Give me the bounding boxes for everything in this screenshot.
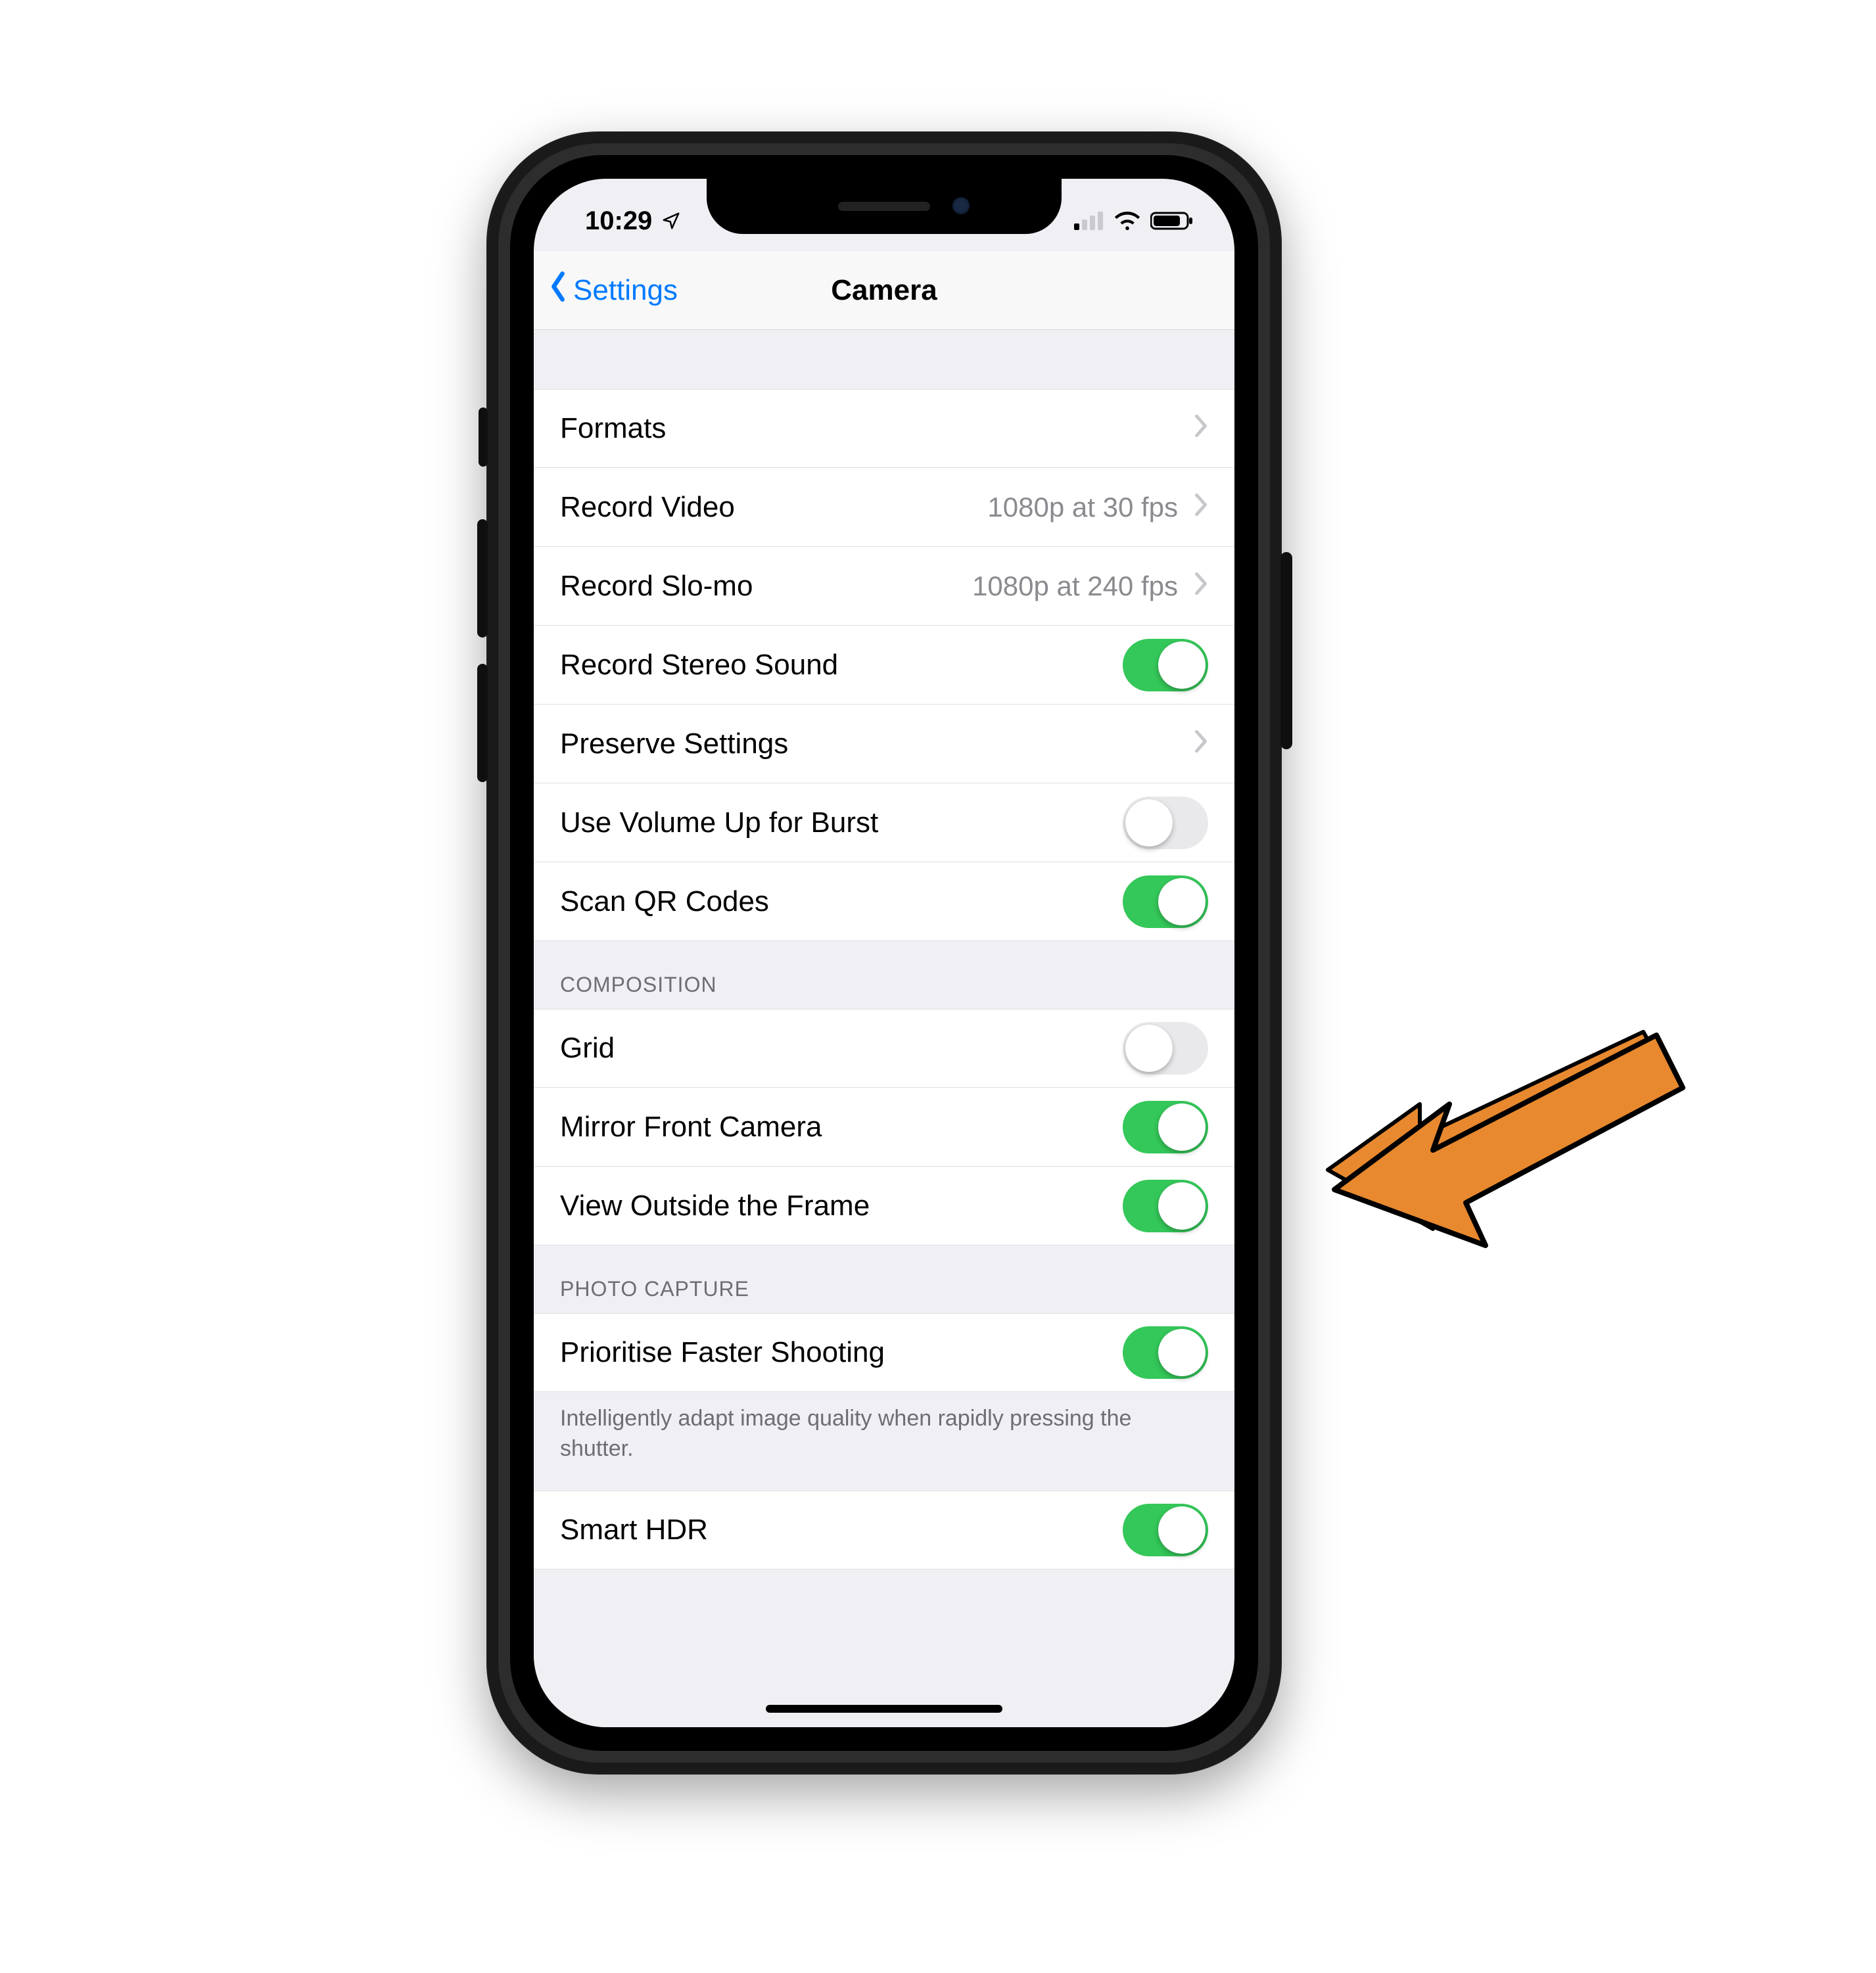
row-prioritise-faster-shooting: Prioritise Faster Shooting [534,1313,1234,1392]
row-preserve-settings[interactable]: Preserve Settings [534,705,1234,783]
notch [707,179,1062,234]
volume-up-button [477,519,488,638]
row-scan-qr-codes: Scan QR Codes [534,862,1234,941]
wifi-icon [1114,211,1141,231]
cellular-signal-icon [1074,212,1104,230]
toggle-smart-hdr[interactable] [1123,1504,1208,1556]
row-mirror-front-camera: Mirror Front Camera [534,1088,1234,1167]
row-label: Use Volume Up for Burst [560,806,1123,839]
section-header-photo-capture: PHOTO CAPTURE [534,1245,1234,1313]
row-label: Smart HDR [560,1514,1123,1546]
iphone-device-frame: 10:29 [486,131,1282,1775]
row-record-video[interactable]: Record Video 1080p at 30 fps [534,468,1234,547]
home-indicator[interactable] [766,1705,1002,1713]
navigation-bar: Settings Camera [534,251,1234,330]
section-smart-hdr: Smart HDR [534,1491,1234,1569]
row-label: Scan QR Codes [560,885,1123,918]
section-general: Formats Record Video 1080p [534,389,1234,941]
row-label: Record Video [560,491,987,524]
row-volume-up-burst: Use Volume Up for Burst [534,783,1234,862]
row-view-outside-frame: View Outside the Frame [534,1167,1234,1245]
row-record-stereo-sound: Record Stereo Sound [534,626,1234,705]
toggle-mirror-front-camera[interactable] [1123,1101,1208,1153]
row-label: View Outside the Frame [560,1190,1123,1222]
section-photo-capture: Prioritise Faster Shooting [534,1313,1234,1392]
chevron-right-icon [1194,728,1208,760]
section-header-composition: COMPOSITION [534,941,1234,1009]
row-label: Mirror Front Camera [560,1111,1123,1144]
toggle-view-outside-frame[interactable] [1123,1180,1208,1232]
row-value: 1080p at 240 fps [972,570,1178,602]
chevron-right-icon [1194,570,1208,602]
row-label: Record Slo-mo [560,570,972,603]
toggle-grid[interactable] [1123,1022,1208,1075]
side-power-button [1280,552,1292,749]
settings-content[interactable]: Formats Record Video 1080p [534,330,1234,1727]
toggle-volume-up-burst[interactable] [1123,797,1208,849]
battery-icon [1150,211,1194,231]
row-label: Formats [560,412,1194,445]
chevron-left-icon [547,271,569,309]
screen: 10:29 [534,179,1234,1727]
row-smart-hdr: Smart HDR [534,1491,1234,1569]
back-label: Settings [573,274,678,307]
page-title: Camera [831,274,937,307]
row-label: Prioritise Faster Shooting [560,1336,1123,1369]
toggle-scan-qr-codes[interactable] [1123,875,1208,928]
row-label: Record Stereo Sound [560,649,1123,682]
row-record-slomo[interactable]: Record Slo-mo 1080p at 240 fps [534,547,1234,626]
chevron-right-icon [1194,492,1208,523]
row-formats[interactable]: Formats [534,389,1234,468]
ring-silent-switch [479,407,488,467]
front-camera [952,197,970,214]
status-time: 10:29 [585,206,652,236]
annotation-arrow [1301,999,1696,1262]
section-composition: Grid Mirror Front Camera [534,1009,1234,1245]
toggle-prioritise-faster-shooting[interactable] [1123,1326,1208,1379]
toggle-record-stereo-sound[interactable] [1123,639,1208,691]
back-button[interactable]: Settings [547,271,678,309]
row-label: Preserve Settings [560,728,1194,760]
volume-down-button [477,664,488,782]
row-grid: Grid [534,1009,1234,1088]
section-footer-photo-capture: Intelligently adapt image quality when r… [534,1392,1234,1484]
chevron-right-icon [1194,413,1208,444]
row-label: Grid [560,1032,1123,1065]
location-services-icon [661,211,681,231]
row-value: 1080p at 30 fps [987,492,1178,523]
earpiece-speaker [838,202,930,211]
